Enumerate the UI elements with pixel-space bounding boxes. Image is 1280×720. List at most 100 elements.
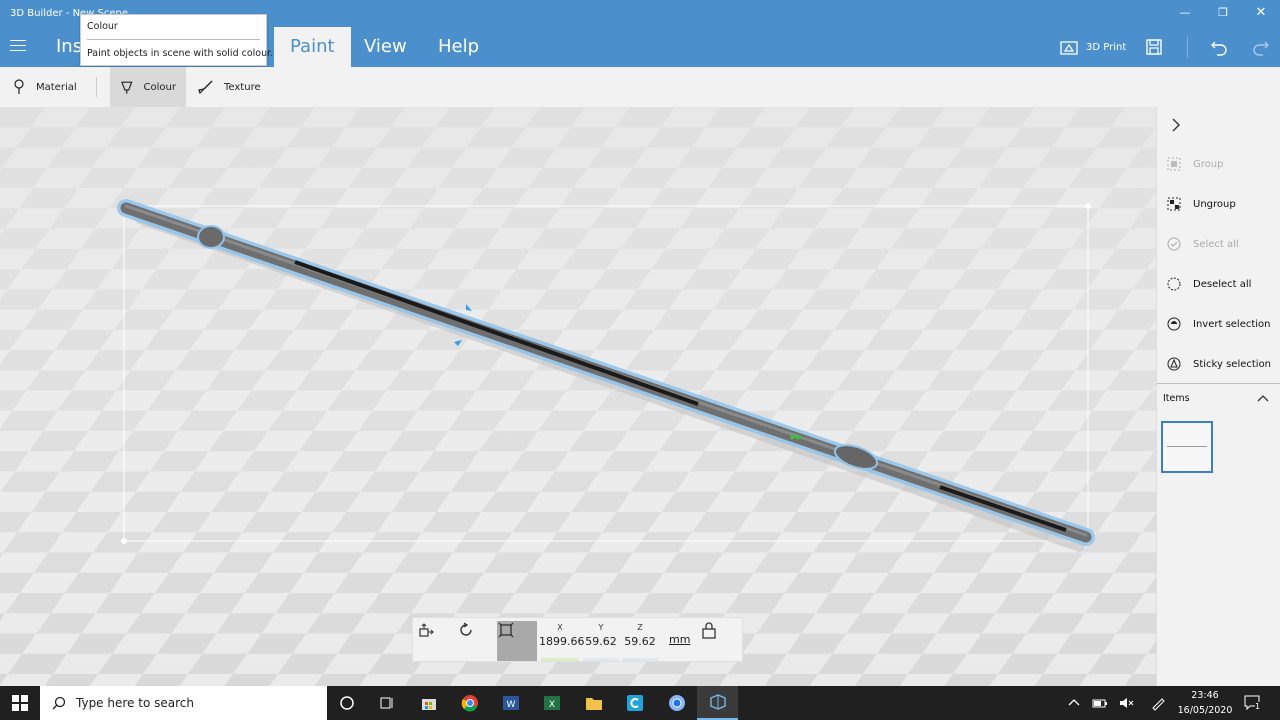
word-app[interactable]: W <box>490 686 531 720</box>
pen-icon[interactable] <box>1150 695 1166 711</box>
rotate-tool-button[interactable] <box>457 621 497 661</box>
3d-builder-app[interactable] <box>697 686 738 720</box>
app-c-button[interactable] <box>614 686 655 720</box>
3d-builder-icon <box>709 694 726 710</box>
redo-icon[interactable] <box>1252 38 1270 56</box>
excel-icon: X <box>543 696 560 710</box>
3d-print-button[interactable]: 3D Print <box>1060 38 1126 56</box>
selection-handle[interactable] <box>1085 203 1091 209</box>
deselect-all-label: Deselect all <box>1193 278 1252 290</box>
scale-tool-button[interactable] <box>497 621 537 661</box>
colour-tooltip: Colour Paint objects in scene with solid… <box>80 14 273 66</box>
svg-text:W: W <box>506 700 515 710</box>
chevron-up-icon[interactable] <box>1257 393 1269 403</box>
sticky-selection-label: Sticky selection <box>1193 358 1272 370</box>
3d-viewport[interactable]: X 1899.66 Y 59.62 Z 59.62 mm <box>0 107 1156 686</box>
ungroup-button[interactable]: Ungroup <box>1167 194 1236 214</box>
taskbar-clock[interactable]: 23:46 16/05/2020 <box>1175 688 1235 718</box>
ungroup-label: Ungroup <box>1193 198 1236 210</box>
lock-button[interactable] <box>701 621 741 661</box>
task-view-icon <box>380 697 392 709</box>
clock-time: 23:46 <box>1191 690 1219 701</box>
excel-app[interactable]: X <box>531 686 572 720</box>
volume-muted-icon[interactable] <box>1118 695 1134 711</box>
colour-label: Colour <box>143 81 176 93</box>
tab-paint[interactable]: Paint <box>274 27 351 67</box>
move-tool-button[interactable] <box>417 621 457 661</box>
material-label: Material <box>36 81 77 93</box>
action-center-button[interactable]: 1 <box>1244 694 1264 712</box>
chevron-up-icon[interactable] <box>1066 695 1082 711</box>
cortana-icon <box>339 696 354 710</box>
select-all-icon <box>1167 237 1181 251</box>
tooltip-divider <box>87 39 260 40</box>
tooltip-description: Paint objects in scene with solid colour… <box>87 48 274 59</box>
invert-selection-icon <box>1167 317 1181 331</box>
invert-selection-button[interactable]: Invert selection <box>1167 314 1271 334</box>
chrome-icon <box>461 695 478 712</box>
lock-icon <box>702 622 716 639</box>
browser-icon <box>668 695 685 711</box>
minimize-icon[interactable]: — <box>1178 6 1192 20</box>
selection-handle[interactable] <box>121 538 127 544</box>
clock-date: 16/05/2020 <box>1177 705 1233 716</box>
start-button[interactable] <box>0 686 40 720</box>
save-icon[interactable] <box>1145 38 1163 56</box>
group-button[interactable]: Group <box>1167 154 1223 174</box>
y-underline <box>583 658 619 661</box>
hamburger-menu-icon[interactable] <box>10 40 26 52</box>
group-label: Group <box>1193 158 1224 170</box>
tab-help[interactable]: Help <box>422 27 495 67</box>
paint-bucket-icon <box>121 81 133 94</box>
select-all-button[interactable]: Select all <box>1167 234 1239 254</box>
z-dimension[interactable]: Z 59.62 <box>620 618 660 663</box>
task-view-button[interactable] <box>366 686 407 720</box>
tooltip-title: Colour <box>87 21 118 32</box>
rotate-icon <box>460 622 472 636</box>
search-placeholder: Type here to search <box>76 696 194 710</box>
search-icon <box>52 696 66 710</box>
windows-taskbar: Type here to search W X 23:46 16/05/2020… <box>0 686 1280 720</box>
undo-icon[interactable] <box>1210 38 1228 56</box>
unit-selector[interactable]: mm <box>669 633 690 646</box>
svg-text:X: X <box>548 700 554 710</box>
tab-view[interactable]: View <box>348 27 423 67</box>
maximize-icon[interactable]: ❐ <box>1216 6 1230 20</box>
pin-icon <box>14 79 24 94</box>
x-dimension[interactable]: X 1899.66 <box>539 618 585 663</box>
colour-button[interactable]: Colour <box>110 67 186 107</box>
x-value[interactable]: 1899.66 <box>539 635 585 648</box>
toolbar-divider <box>96 77 97 97</box>
file-explorer-app[interactable] <box>573 686 614 720</box>
material-button[interactable]: Material <box>2 67 87 107</box>
invert-selection-label: Invert selection <box>1193 318 1271 330</box>
thumbnail-shaft-preview <box>1167 446 1207 447</box>
texture-button[interactable]: Texture <box>188 67 271 107</box>
3d-print-label: 3D Print <box>1086 41 1127 53</box>
close-icon[interactable]: ✕ <box>1254 6 1268 20</box>
z-axis-label: Z <box>637 623 643 632</box>
deselect-all-icon <box>1167 277 1181 291</box>
taskbar-search-box[interactable]: Type here to search <box>40 686 327 720</box>
cortana-button[interactable] <box>326 686 367 720</box>
chrome-app[interactable] <box>449 686 490 720</box>
item-thumbnail[interactable] <box>1161 421 1213 473</box>
deselect-all-button[interactable]: Deselect all <box>1167 274 1251 294</box>
notification-count: 1 <box>1255 702 1261 711</box>
folder-icon <box>585 698 602 710</box>
z-value[interactable]: 59.62 <box>620 635 660 648</box>
sticky-selection-button[interactable]: Sticky selection <box>1167 354 1271 374</box>
brush-icon <box>198 80 213 95</box>
floor-fade <box>0 107 1156 686</box>
paint-toolbar: Material Colour Texture <box>0 67 1280 107</box>
app-c-icon <box>626 695 643 711</box>
printer-icon <box>1060 41 1078 55</box>
items-divider <box>1157 383 1280 384</box>
word-icon: W <box>502 696 519 710</box>
y-value[interactable]: 59.62 <box>581 635 621 648</box>
browser-app[interactable] <box>656 686 697 720</box>
store-app[interactable] <box>408 686 449 720</box>
chevron-right-icon[interactable] <box>1169 118 1183 132</box>
battery-icon[interactable] <box>1092 695 1108 711</box>
y-dimension[interactable]: Y 59.62 <box>581 618 621 663</box>
